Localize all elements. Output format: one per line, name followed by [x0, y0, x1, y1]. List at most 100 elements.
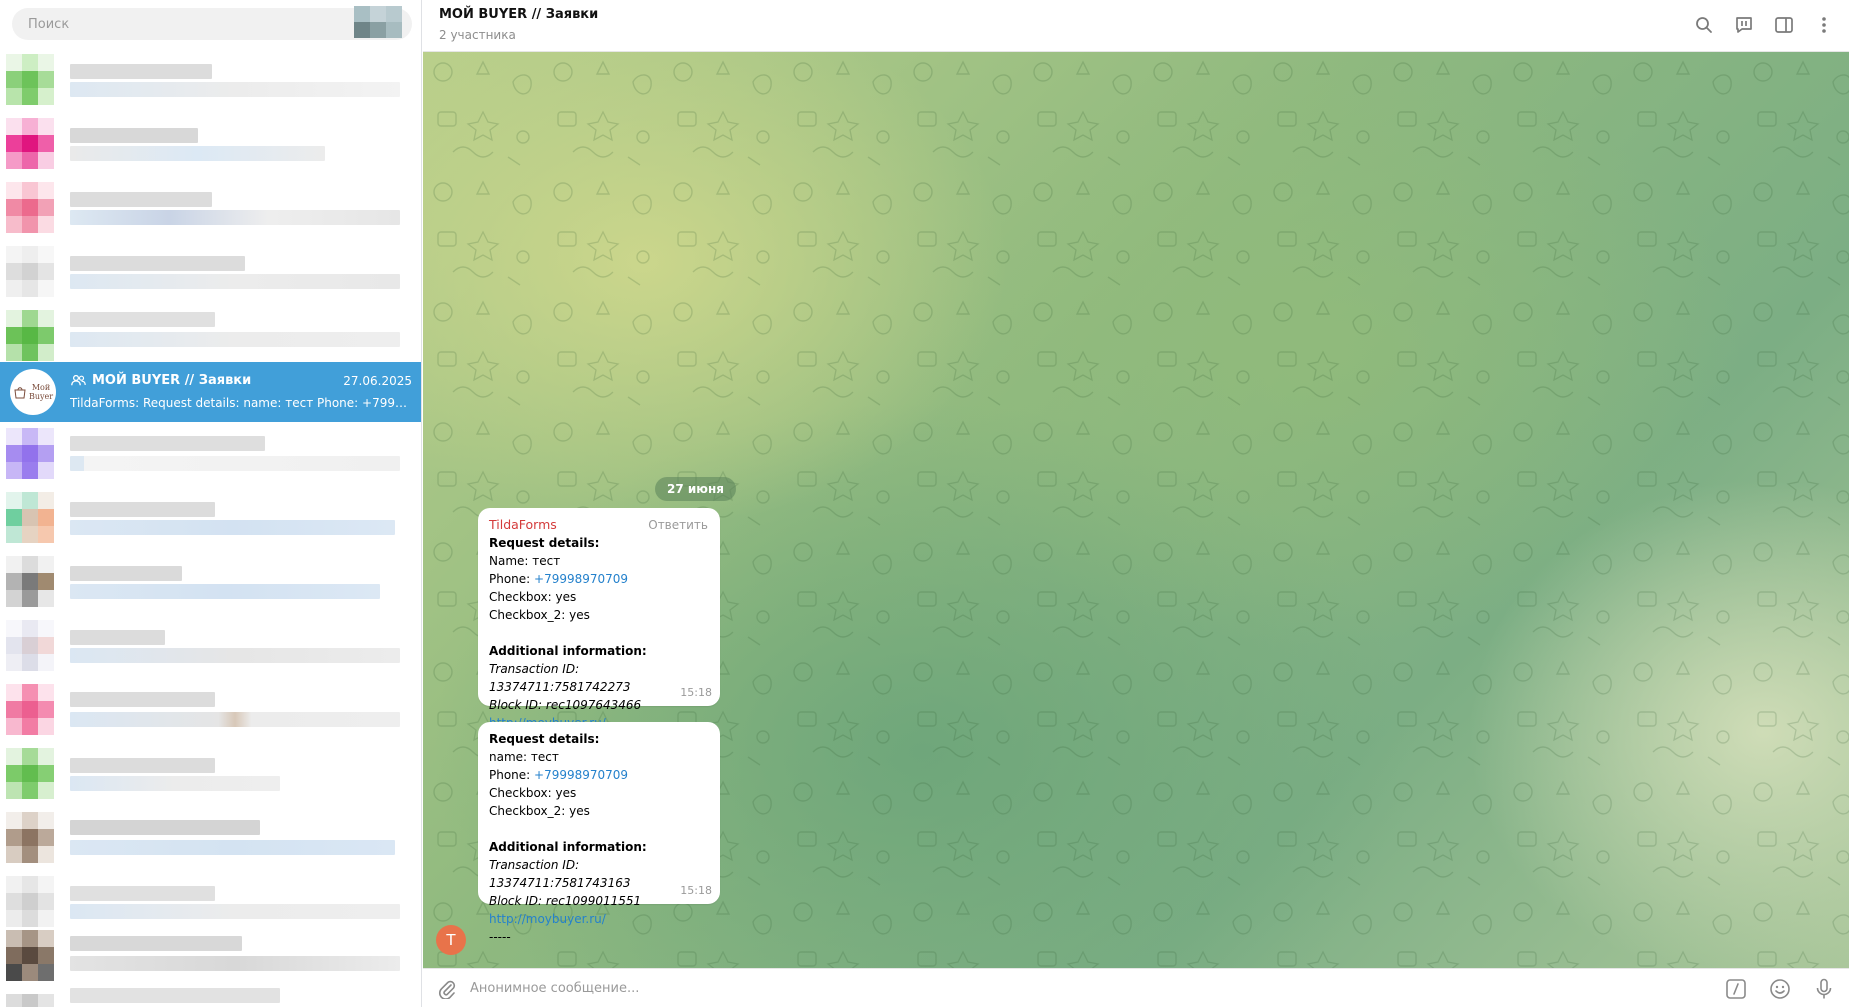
- phone-link[interactable]: +79998970709: [534, 572, 628, 586]
- microphone-icon[interactable]: [1811, 976, 1837, 1002]
- blurred-tile: [370, 6, 386, 22]
- chat-title-placeholder: [70, 820, 260, 835]
- avatar: [6, 492, 54, 544]
- chat-title-placeholder: [70, 692, 215, 707]
- message-line: Phone: +79998970709: [489, 570, 710, 588]
- chat-list-item[interactable]: [0, 422, 421, 486]
- message-time: 15:18: [680, 686, 712, 699]
- chat-list-item[interactable]: [0, 48, 421, 112]
- chat-preview-placeholder: [70, 648, 400, 663]
- phone-link[interactable]: +79998970709: [534, 768, 628, 782]
- chat-preview-placeholder: [70, 712, 400, 727]
- message-bubble[interactable]: Request details: name: тест Phone: +7999…: [478, 722, 720, 944]
- chat-list-item[interactable]: [0, 240, 421, 304]
- phone-label: Phone:: [489, 572, 535, 586]
- chat-avatar: Мой Buyer: [10, 369, 56, 415]
- chat-list-item[interactable]: [0, 924, 421, 988]
- search-row: [0, 0, 421, 46]
- emoji-icon[interactable]: [1767, 976, 1793, 1002]
- message-bubble[interactable]: TildaForms Ответить Request details: Nam…: [478, 508, 720, 748]
- message-area[interactable]: 27 июня TildaForms Ответить Request deta…: [423, 52, 1849, 968]
- chat-list-item-active[interactable]: Мой Buyer МОЙ BUYER // Заявки 27.06.2025…: [0, 362, 421, 422]
- chat-preview-placeholder: [70, 274, 400, 289]
- topic-icon[interactable]: [1733, 12, 1755, 38]
- blurred-tile: [386, 22, 402, 38]
- message-line: Block ID: rec1099011551: [489, 894, 642, 908]
- blurred-tile: [386, 6, 402, 22]
- search-input[interactable]: [12, 8, 412, 40]
- commands-icon[interactable]: [1723, 976, 1749, 1002]
- chat-list-item[interactable]: [0, 176, 421, 240]
- avatar: [6, 876, 54, 928]
- reply-button[interactable]: Ответить: [648, 516, 708, 534]
- sender-avatar[interactable]: T: [436, 925, 466, 955]
- header-actions: [1693, 12, 1835, 38]
- chat-title-text: МОЙ BUYER // Заявки: [92, 373, 252, 388]
- chat-title-placeholder: [70, 312, 215, 327]
- composer-actions: [1723, 976, 1837, 1002]
- date-separator: 27 июня: [655, 477, 736, 501]
- message-line: Request details:: [489, 732, 600, 746]
- message-line: Checkbox_2: yes: [489, 804, 590, 818]
- chat-list-item[interactable]: [0, 678, 421, 742]
- attach-icon[interactable]: [435, 977, 459, 1001]
- chat-header-title[interactable]: МОЙ BUYER // Заявки: [439, 7, 598, 22]
- avatar: [6, 556, 54, 608]
- avatar: [6, 930, 54, 982]
- chat-preview-placeholder: [70, 520, 395, 535]
- message-input[interactable]: [470, 975, 1670, 1002]
- chat-header-members[interactable]: 2 участника: [439, 28, 516, 42]
- phone-label: Phone:: [489, 768, 535, 782]
- group-icon: [71, 375, 86, 386]
- chat-title-placeholder: [70, 630, 165, 645]
- chat-list-sidebar: Мой Buyer МОЙ BUYER // Заявки 27.06.2025…: [0, 0, 422, 1007]
- more-icon[interactable]: [1813, 12, 1835, 38]
- blurred-tile: [370, 22, 386, 38]
- chat-preview-placeholder: [70, 776, 280, 791]
- chat-title-placeholder: [70, 192, 212, 207]
- avatar: [6, 812, 54, 864]
- chat-preview: TildaForms: Request details: name: тест …: [70, 396, 410, 410]
- message-line: Transaction ID: 13374711:7581743163: [489, 858, 631, 890]
- chat-list-item[interactable]: [0, 304, 421, 368]
- message-line: Transaction ID: 13374711:7581742273: [489, 662, 631, 694]
- blurred-tile: [354, 22, 370, 38]
- chat-list-item[interactable]: [0, 486, 421, 550]
- chat-preview-placeholder: [70, 146, 325, 161]
- chat-title-placeholder: [70, 886, 215, 901]
- message-line: Checkbox: yes: [489, 590, 577, 604]
- chat-preview-placeholder: [70, 904, 400, 919]
- chat-list-item[interactable]: [0, 988, 421, 1007]
- chat-preview-placeholder: [70, 956, 400, 971]
- avatar: [6, 428, 54, 480]
- chat-list-item[interactable]: [0, 112, 421, 176]
- message-line: Checkbox_2: yes: [489, 608, 590, 622]
- chat-preview-placeholder: [70, 210, 400, 225]
- avatar: [6, 684, 54, 736]
- avatar-logo-line2: Buyer: [28, 392, 54, 401]
- chat-list-item[interactable]: [0, 550, 421, 614]
- avatar: [6, 310, 54, 362]
- avatar: [6, 994, 54, 1007]
- chat-title-placeholder: [70, 988, 280, 1003]
- chat-preview-placeholder: [70, 82, 400, 97]
- message-line: name: тест: [489, 750, 559, 764]
- sidebar-toggle-icon[interactable]: [1773, 12, 1795, 38]
- search-box[interactable]: [12, 8, 412, 40]
- avatar-logo-line1: Мой: [31, 383, 51, 392]
- chat-title-placeholder: [70, 436, 265, 451]
- avatar: [6, 246, 54, 298]
- chat-list-item[interactable]: [0, 742, 421, 806]
- chat-date: 27.06.2025: [343, 374, 412, 388]
- message-line: Request details:: [489, 536, 600, 550]
- message-line: Additional information:: [489, 644, 647, 658]
- chat-list-item[interactable]: [0, 806, 421, 870]
- search-icon[interactable]: [1693, 12, 1715, 38]
- message-line: Additional information:: [489, 840, 647, 854]
- message-line: Checkbox: yes: [489, 786, 577, 800]
- chat-list-item[interactable]: [0, 614, 421, 678]
- chat-preview-placeholder: [70, 332, 400, 347]
- url-link[interactable]: http://moybuyer.ru/: [489, 910, 710, 928]
